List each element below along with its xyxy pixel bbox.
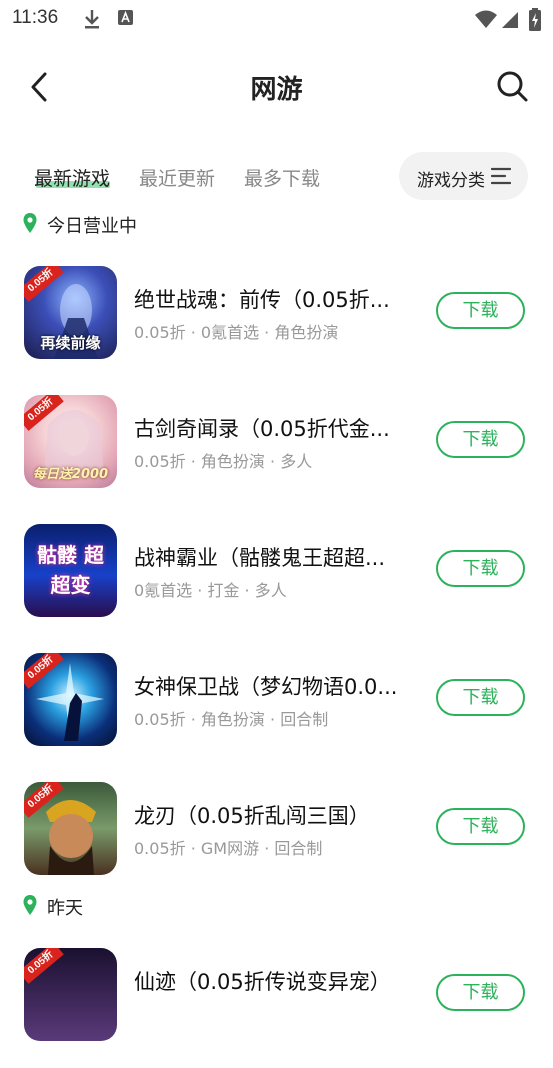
game-thumbnail: 0.05折 每日送2000	[24, 395, 117, 488]
game-list-item[interactable]: 0.05折 每日送2000 古剑奇闻录（0.05折代金... 0.05折角色扮演…	[0, 395, 553, 515]
tab-bar: 最新游戏 最近更新 最多下载 游戏分类	[0, 152, 553, 202]
status-time: 11:36	[12, 7, 59, 28]
game-tag: 0氪首选	[134, 581, 193, 600]
tab-recently-updated[interactable]: 最近更新	[139, 164, 215, 191]
search-button[interactable]	[493, 67, 533, 107]
download-button[interactable]: 下载	[436, 550, 525, 587]
section-label: 今日营业中	[47, 216, 137, 237]
game-list-item[interactable]: 骷髅 超超变 战神霸业（骷髅鬼王超超... 0氪首选打金多人 下载	[0, 524, 553, 644]
search-icon	[497, 71, 528, 102]
page-title: 网游	[250, 75, 303, 105]
game-thumbnail: 0.05折 再续前缘	[24, 266, 117, 359]
game-list-item[interactable]: 0.05折 再续前缘 绝世战魂：前传（0.05折... 0.05折0氪首选角色扮…	[0, 266, 553, 386]
game-tag: 0.05折	[134, 839, 186, 858]
game-tag: 0.05折	[134, 452, 186, 471]
game-category-button[interactable]: 游戏分类	[399, 152, 528, 200]
game-title: 古剑奇闻录（0.05折代金...	[134, 417, 390, 441]
game-tags: 0.05折GM网游回合制	[134, 835, 322, 859]
discount-badge: 0.05折	[24, 948, 64, 984]
game-tag: 0.05折	[134, 710, 186, 729]
game-tag: 多人	[265, 452, 312, 471]
game-list-item[interactable]: 0.05折 女神保卫战（梦幻物语0.0... 0.05折角色扮演回合制 下载	[0, 653, 553, 773]
game-title: 龙刃（0.05折乱闯三国）	[134, 804, 370, 828]
game-tag: 多人	[239, 581, 286, 600]
game-tags: 0.05折角色扮演多人	[134, 448, 312, 472]
status-bar: 11:36	[0, 0, 553, 38]
download-button[interactable]: 下载	[436, 679, 525, 716]
tab-newest-games[interactable]: 最新游戏	[34, 164, 111, 191]
thumbnail-caption: 再续前缘	[40, 334, 101, 352]
game-thumbnail: 0.05折	[24, 948, 117, 1041]
wifi-icon	[475, 10, 497, 28]
game-tag: 打金	[192, 581, 239, 600]
game-tag: 角色扮演	[186, 710, 265, 729]
game-category-label: 游戏分类	[417, 171, 485, 191]
filter-lines-icon	[491, 167, 511, 185]
game-list-item[interactable]: 0.05折 仙迹（0.05折传说变异宠） 下载	[0, 948, 553, 1068]
app-header: 网游	[0, 55, 553, 119]
game-tag: 回合制	[259, 839, 322, 858]
game-tag: 角色扮演	[186, 452, 265, 471]
game-thumbnail: 骷髅 超超变	[24, 524, 117, 617]
a-icon	[118, 10, 133, 25]
game-tag: 0氪首选	[186, 323, 259, 342]
game-thumbnail: 0.05折	[24, 653, 117, 746]
download-button[interactable]: 下载	[436, 808, 525, 845]
game-tag: 回合制	[265, 710, 328, 729]
download-button[interactable]: 下载	[436, 974, 525, 1011]
game-title: 仙迹（0.05折传说变异宠）	[134, 970, 391, 994]
download-button[interactable]: 下载	[436, 421, 525, 458]
section-label: 昨天	[47, 898, 83, 919]
game-title: 绝世战魂：前传（0.05折...	[134, 288, 390, 312]
location-pin-icon	[23, 213, 37, 233]
thumbnail-caption: 骷髅 超超变	[37, 543, 104, 597]
download-icon	[85, 10, 99, 29]
game-tag: 0.05折	[134, 323, 186, 342]
game-tags: 0.05折角色扮演回合制	[134, 706, 328, 730]
game-title: 战神霸业（骷髅鬼王超超...	[134, 546, 386, 570]
game-title: 女神保卫战（梦幻物语0.0...	[134, 675, 398, 699]
location-pin-icon	[23, 895, 37, 915]
game-thumbnail: 0.05折	[24, 782, 117, 875]
signal-icon	[502, 12, 518, 28]
battery-icon	[529, 8, 541, 31]
game-tags: 0氪首选打金多人	[134, 577, 287, 601]
game-tag: GM网游	[186, 839, 259, 858]
tab-most-downloaded[interactable]: 最多下载	[244, 164, 320, 191]
thumbnail-caption: 每日送2000	[32, 467, 109, 482]
game-list-item[interactable]: 0.05折 龙刃（0.05折乱闯三国） 0.05折GM网游回合制 下载	[0, 782, 553, 902]
download-button[interactable]: 下载	[436, 292, 525, 329]
game-tag: 角色扮演	[259, 323, 338, 342]
game-tags: 0.05折0氪首选角色扮演	[134, 319, 338, 343]
